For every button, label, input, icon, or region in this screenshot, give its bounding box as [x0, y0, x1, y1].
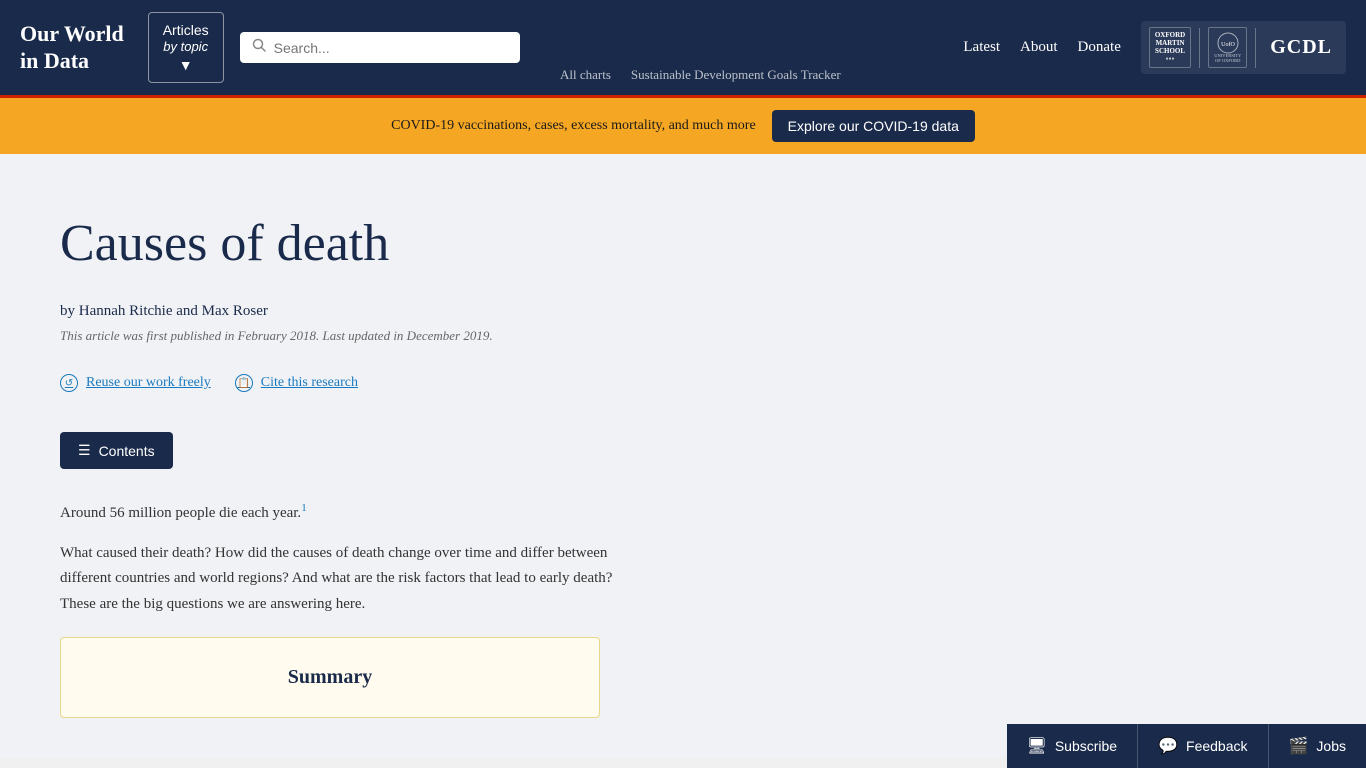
cite-label: Cite this research: [261, 375, 358, 391]
author-prefix: by: [60, 303, 79, 319]
cite-research-link[interactable]: 📋 Cite this research: [235, 374, 358, 392]
subscribe-label: Subscribe: [1055, 738, 1117, 754]
search-input[interactable]: [274, 40, 508, 56]
site-logo[interactable]: Our World in Data: [20, 21, 124, 74]
article-title: Causes of death: [60, 214, 1306, 273]
covid-banner-text: COVID-19 vaccinations, cases, excess mor…: [391, 118, 756, 134]
footnote-ref-1[interactable]: 1: [301, 502, 307, 514]
logo-divider: [1199, 28, 1200, 68]
sdg-tracker-link[interactable]: Sustainable Development Goals Tracker: [631, 67, 841, 83]
summary-box: Summary: [60, 637, 600, 718]
contents-label: Contents: [99, 443, 155, 459]
sub-nav: All charts Sustainable Development Goals…: [560, 67, 841, 83]
oxford-university-logo: UofO UNIVERSITYOF OXFORD: [1208, 27, 1247, 69]
contents-icon: ☰: [78, 442, 91, 459]
by-topic-label: by topic: [163, 39, 208, 56]
articles-label: Articles: [163, 21, 209, 39]
partner-logos: OXFORD MARTIN SCHOOL ●●● UofO UNIVERSITY…: [1141, 21, 1346, 75]
nav-about[interactable]: About: [1020, 39, 1058, 56]
cite-icon: 📋: [235, 374, 253, 392]
explore-covid-button[interactable]: Explore our COVID-19 data: [772, 110, 975, 142]
intro-paragraph-2: What caused their death? How did the cau…: [60, 541, 620, 618]
nav-donate[interactable]: Donate: [1078, 39, 1121, 56]
reuse-label: Reuse our work freely: [86, 375, 211, 391]
articles-by-topic-button[interactable]: Articles by topic ▼: [148, 12, 224, 83]
jobs-button[interactable]: 🎬 Jobs: [1269, 724, 1366, 768]
summary-title: Summary: [89, 666, 571, 689]
main-nav: Latest About Donate: [963, 39, 1120, 56]
contents-button[interactable]: ☰ Contents: [60, 432, 173, 469]
covid-banner: COVID-19 vaccinations, cases, excess mor…: [0, 98, 1366, 154]
site-header: Our World in Data Articles by topic ▼ La…: [0, 0, 1366, 95]
feedback-label: Feedback: [1186, 738, 1247, 754]
nav-latest[interactable]: Latest: [963, 39, 1000, 56]
article-authors: Hannah Ritchie and Max Roser: [79, 303, 268, 319]
chevron-down-icon: ▼: [179, 56, 193, 74]
feedback-button[interactable]: 💬 Feedback: [1138, 724, 1268, 768]
main-content: Causes of death by Hannah Ritchie and Ma…: [0, 154, 1366, 758]
subscribe-icon: 🖥: [1027, 736, 1047, 756]
oxford-martin-logo: OXFORD MARTIN SCHOOL ●●●: [1149, 27, 1191, 68]
bottom-bar: 🖥 Subscribe 💬 Feedback 🎬 Jobs: [1007, 724, 1366, 768]
reuse-work-link[interactable]: ↺ Reuse our work freely: [60, 374, 211, 392]
author-line: by Hannah Ritchie and Max Roser: [60, 303, 1306, 320]
reuse-icon: ↺: [60, 374, 78, 392]
svg-text:UofO: UofO: [1221, 41, 1235, 48]
subscribe-button[interactable]: 🖥 Subscribe: [1007, 724, 1139, 768]
pub-date: This article was first published in Febr…: [60, 328, 1306, 344]
gcdl-logo: GCDL: [1270, 36, 1332, 59]
feedback-icon: 💬: [1158, 736, 1178, 756]
jobs-icon: 🎬: [1289, 736, 1309, 756]
all-charts-link[interactable]: All charts: [560, 67, 611, 83]
search-bar: [240, 32, 520, 63]
intro-paragraph-1: Around 56 million people die each year.1: [60, 499, 620, 527]
logo-divider2: [1255, 28, 1256, 68]
jobs-label: Jobs: [1316, 738, 1346, 754]
search-icon: [252, 38, 266, 57]
action-links: ↺ Reuse our work freely 📋 Cite this rese…: [60, 374, 1306, 392]
